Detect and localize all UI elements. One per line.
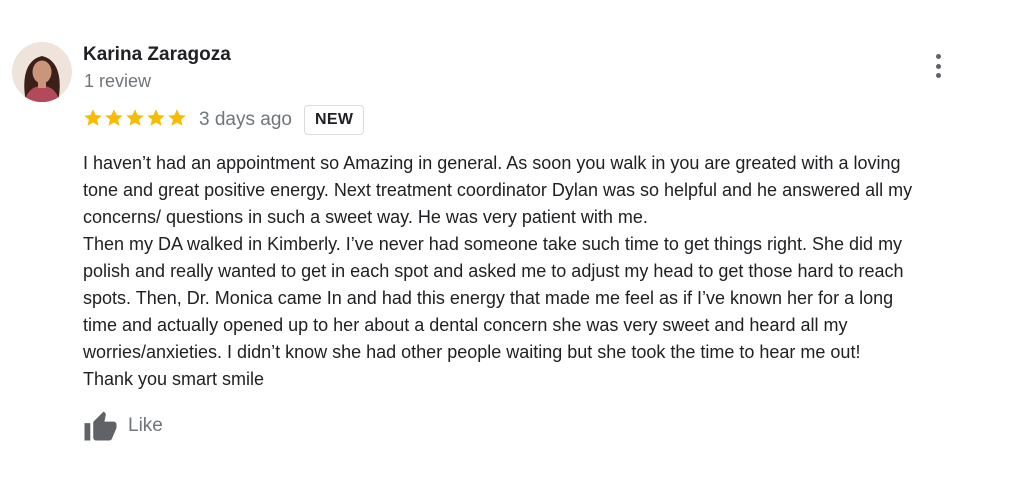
more-vert-icon-dot: [935, 73, 941, 78]
reviewer-review-count: 1 review: [84, 71, 152, 91]
review-line: time and actually opened up to her about…: [83, 315, 848, 335]
star-icon: [84, 109, 102, 126]
more-options-button[interactable]: [926, 52, 950, 80]
like-label: Like: [128, 415, 163, 436]
thumbs-up-icon: [84, 411, 117, 441]
star-icon: [147, 109, 165, 126]
like-button[interactable]: Like: [83, 410, 163, 442]
reviewer-name[interactable]: Karina Zaragoza: [83, 44, 231, 66]
review-line: spots. Then, Dr. Monica came In and had …: [83, 288, 894, 308]
star-icon: [105, 109, 123, 126]
review-text: I haven’t had an appointment so Amazing …: [83, 150, 993, 393]
star-icon: [168, 109, 186, 126]
review-line: polish and really wanted to get in each …: [83, 261, 904, 281]
review-line: tone and great positive energy. Next tre…: [83, 180, 913, 200]
new-badge: NEW: [304, 105, 365, 135]
review-line: concerns/ questions in such a sweet way.…: [83, 207, 648, 227]
review-line: Then my DA walked in Kimberly. I’ve neve…: [83, 234, 903, 254]
star-rating: [83, 108, 187, 128]
review-date: 3 days ago: [199, 109, 292, 130]
review-line: worries/anxieties. I didn’t know she had…: [83, 342, 861, 362]
more-vert-icon-dot: [935, 63, 941, 69]
avatar[interactable]: [12, 42, 72, 102]
review-line: I haven’t had an appointment so Amazing …: [83, 153, 901, 173]
review-line: Thank you smart smile: [83, 369, 265, 389]
more-vert-icon: [935, 54, 941, 59]
star-icon: [126, 109, 144, 126]
